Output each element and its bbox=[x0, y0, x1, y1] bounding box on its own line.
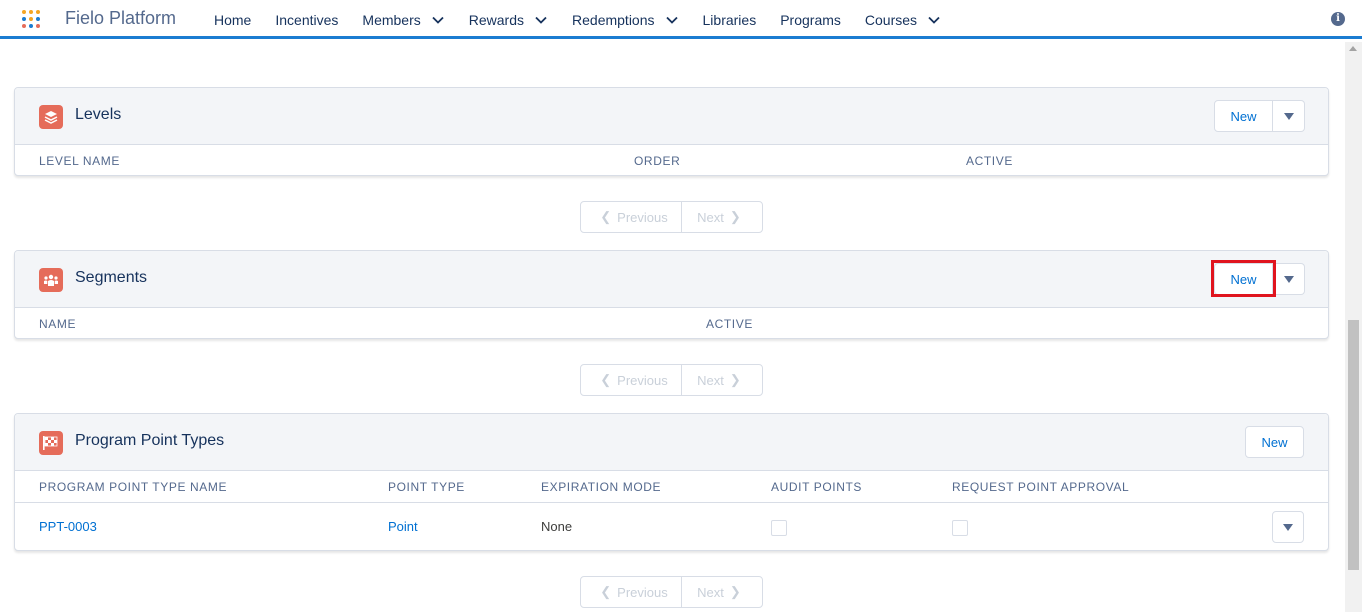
request-point-approval-checkbox bbox=[952, 520, 968, 536]
dropdown-arrow-icon bbox=[1283, 523, 1293, 531]
previous-label: Previous bbox=[617, 209, 668, 225]
next-button[interactable]: Next ❯ bbox=[682, 202, 762, 232]
chevron-down-icon[interactable] bbox=[927, 13, 941, 27]
nav-bar: Home Incentives Members Rewards Redempti… bbox=[214, 0, 965, 39]
new-segment-button[interactable]: New bbox=[1214, 263, 1273, 295]
levels-column-headers: LEVEL NAME ORDER ACTIVE bbox=[15, 145, 1328, 176]
levels-card: Levels New LEVEL NAME ORDER ACTIVE bbox=[14, 87, 1329, 176]
program-point-types-card-header: Program Point Types New bbox=[15, 414, 1328, 471]
previous-label: Previous bbox=[617, 584, 668, 600]
nav-item-label: Libraries bbox=[702, 11, 757, 28]
previous-button[interactable]: ❮ Previous bbox=[581, 202, 682, 232]
layers-icon bbox=[39, 105, 63, 129]
card-title: Program Point Types bbox=[75, 432, 225, 449]
column-header-name[interactable]: NAME bbox=[39, 317, 76, 331]
next-label: Next bbox=[697, 584, 724, 600]
previous-button[interactable]: ❮ Previous bbox=[581, 577, 682, 607]
app-launcher-icon[interactable] bbox=[22, 10, 42, 30]
chevron-right-icon: ❯ bbox=[729, 209, 741, 224]
new-level-button[interactable]: New bbox=[1214, 100, 1273, 132]
audit-points-checkbox bbox=[771, 520, 787, 536]
nav-item-members[interactable]: Members bbox=[362, 12, 444, 28]
point-types-actions: New bbox=[1245, 426, 1304, 458]
table-row: PPT-0003 Point None bbox=[15, 502, 1328, 551]
segments-pager: ❮ Previous Next ❯ bbox=[580, 364, 763, 396]
chevron-down-icon[interactable] bbox=[431, 13, 445, 27]
point-type-name-link[interactable]: PPT-0003 bbox=[39, 519, 97, 534]
nav-item-rewards[interactable]: Rewards bbox=[469, 12, 548, 28]
column-header-request-point-approval[interactable]: REQUEST POINT APPROVAL bbox=[952, 480, 1129, 494]
chevron-right-icon: ❯ bbox=[729, 372, 741, 387]
column-header-active[interactable]: ACTIVE bbox=[966, 154, 1013, 168]
point-types-column-headers: PROGRAM POINT TYPE NAME POINT TYPE EXPIR… bbox=[15, 471, 1328, 502]
levels-pager: ❮ Previous Next ❯ bbox=[580, 201, 763, 233]
next-button[interactable]: Next ❯ bbox=[682, 577, 762, 607]
nav-item-home[interactable]: Home bbox=[214, 12, 251, 28]
chevron-down-icon[interactable] bbox=[534, 13, 548, 27]
nav-item-label: Rewards bbox=[468, 11, 525, 28]
point-type-link[interactable]: Point bbox=[388, 519, 418, 534]
card-title: Levels bbox=[75, 106, 122, 123]
dropdown-arrow-icon bbox=[1283, 275, 1294, 283]
nav-item-label: Incentives bbox=[275, 11, 339, 28]
column-header-active[interactable]: ACTIVE bbox=[706, 317, 753, 331]
global-navigation: Fielo Platform Home Incentives Members R… bbox=[0, 0, 1362, 39]
nav-item-label: Redemptions bbox=[572, 11, 655, 28]
info-icon[interactable]: i bbox=[1331, 12, 1345, 26]
next-button[interactable]: Next ❯ bbox=[682, 365, 762, 395]
column-header-audit-points[interactable]: AUDIT POINTS bbox=[771, 480, 862, 494]
next-label: Next bbox=[697, 209, 724, 225]
dropdown-arrow-icon bbox=[1283, 112, 1294, 120]
expiration-mode-value: None bbox=[541, 519, 573, 534]
nav-item-libraries[interactable]: Libraries bbox=[703, 12, 757, 28]
nav-item-courses[interactable]: Courses bbox=[865, 12, 941, 28]
levels-card-header: Levels New bbox=[15, 88, 1328, 145]
nav-item-incentives[interactable]: Incentives bbox=[275, 12, 338, 28]
previous-button[interactable]: ❮ Previous bbox=[581, 365, 682, 395]
flag-icon bbox=[39, 431, 63, 455]
new-point-type-button[interactable]: New bbox=[1245, 426, 1304, 458]
scroll-thumb[interactable] bbox=[1348, 320, 1359, 570]
card-title: Segments bbox=[75, 269, 148, 286]
row-actions-button[interactable] bbox=[1272, 511, 1304, 543]
levels-actions: New bbox=[1214, 100, 1305, 132]
chevron-left-icon: ❮ bbox=[600, 372, 612, 387]
chevron-down-icon[interactable] bbox=[665, 13, 679, 27]
program-point-types-card: Program Point Types New PROGRAM POINT TY… bbox=[14, 413, 1329, 551]
column-header-point-type[interactable]: POINT TYPE bbox=[388, 480, 465, 494]
nav-item-label: Members bbox=[362, 11, 421, 28]
app-name: Fielo Platform bbox=[65, 8, 177, 28]
segments-card: Segments New NAME ACTIVE bbox=[14, 250, 1329, 339]
segments-actions: New bbox=[1214, 263, 1305, 295]
nav-item-label: Programs bbox=[780, 11, 841, 28]
nav-item-redemptions[interactable]: Redemptions bbox=[572, 12, 679, 28]
previous-label: Previous bbox=[617, 372, 668, 388]
scroll-up-arrow-icon[interactable] bbox=[1349, 46, 1357, 51]
next-label: Next bbox=[697, 372, 724, 388]
chevron-left-icon: ❮ bbox=[600, 584, 612, 599]
segments-card-header: Segments New bbox=[15, 251, 1328, 308]
column-header-order[interactable]: ORDER bbox=[634, 154, 680, 168]
chevron-right-icon: ❯ bbox=[729, 584, 741, 599]
people-icon bbox=[39, 268, 63, 292]
levels-more-actions-button[interactable] bbox=[1273, 100, 1305, 132]
column-header-level-name[interactable]: LEVEL NAME bbox=[39, 154, 120, 168]
nav-item-label: Home bbox=[214, 11, 252, 28]
column-header-expiration-mode[interactable]: EXPIRATION MODE bbox=[541, 480, 661, 494]
page-scrollbar[interactable] bbox=[1345, 42, 1362, 612]
chevron-left-icon: ❮ bbox=[600, 209, 612, 224]
nav-item-programs[interactable]: Programs bbox=[780, 12, 841, 28]
nav-item-label: Courses bbox=[864, 11, 918, 28]
segments-more-actions-button[interactable] bbox=[1273, 263, 1305, 295]
column-header-program-point-type-name[interactable]: PROGRAM POINT TYPE NAME bbox=[39, 480, 227, 494]
point-types-pager: ❮ Previous Next ❯ bbox=[580, 576, 763, 608]
segments-column-headers: NAME ACTIVE bbox=[15, 308, 1328, 339]
